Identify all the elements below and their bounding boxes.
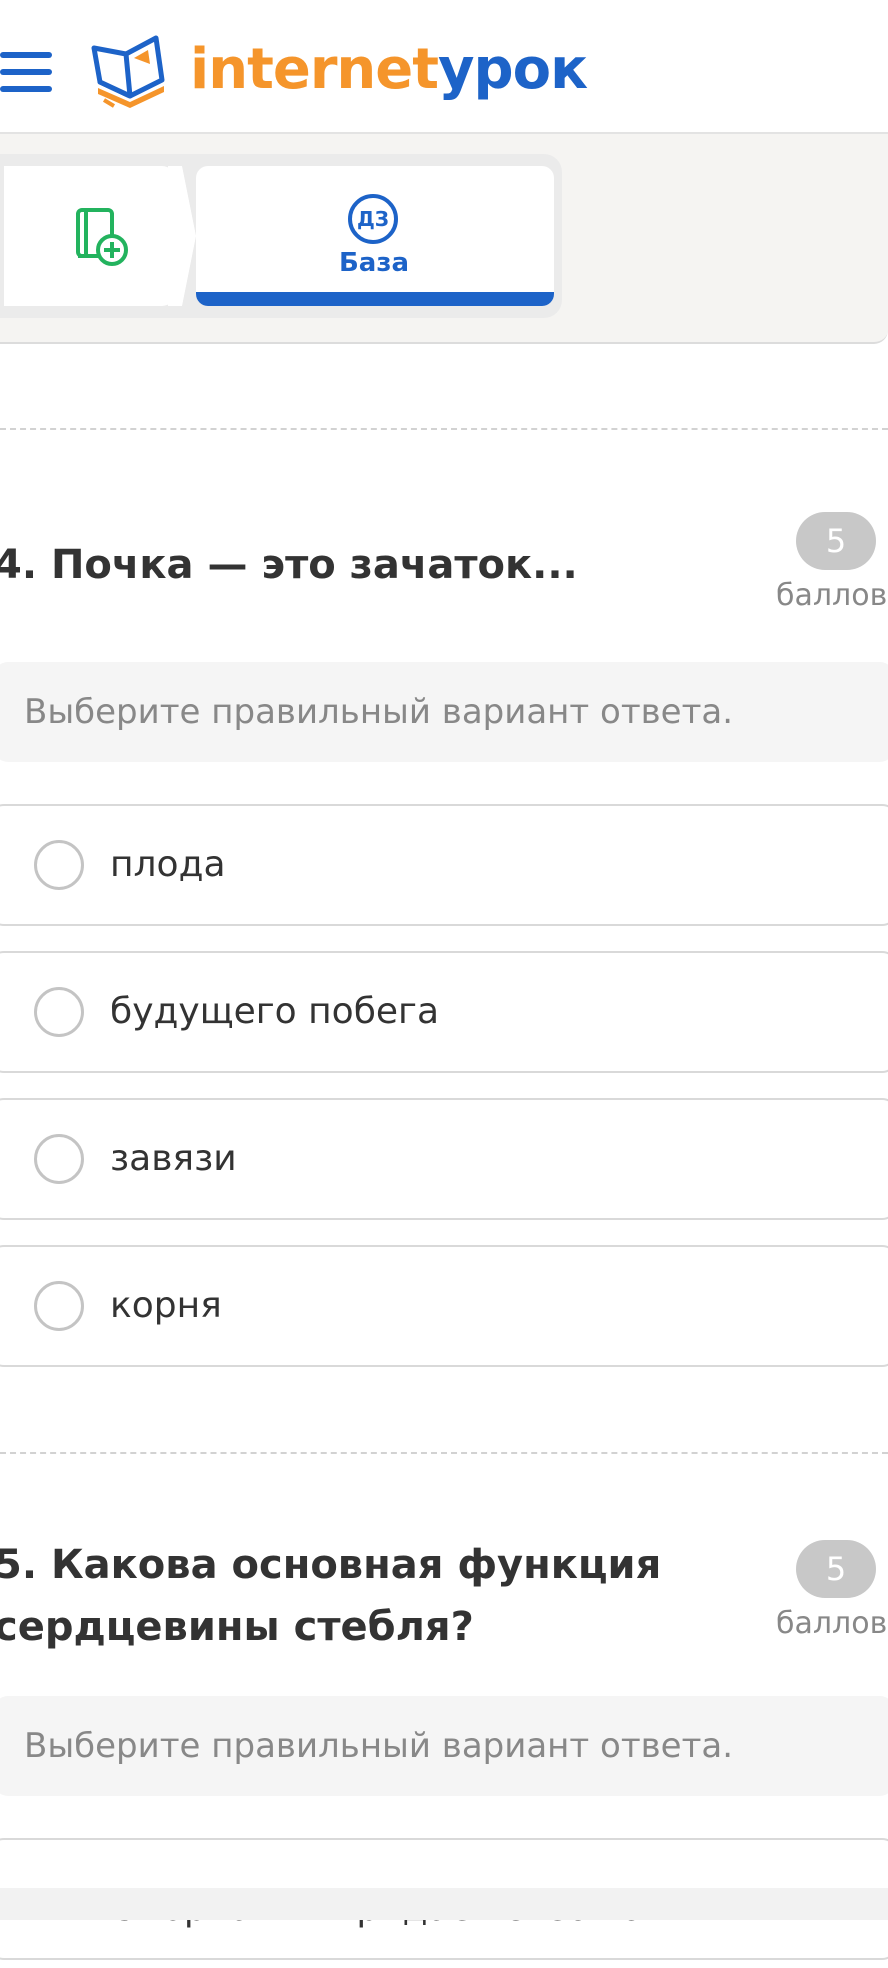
logo-text[interactable]: internetурок <box>190 32 588 108</box>
question-5-hint-box: Выберите правильный вариант ответа. <box>0 1696 888 1796</box>
book-plus-icon <box>76 208 128 266</box>
question-4-hint-box: Выберите правильный вариант ответа. <box>0 662 888 762</box>
radio-button[interactable] <box>34 840 84 890</box>
menu-icon[interactable] <box>0 52 54 92</box>
question-5-title-line2: сердцевины стебля? <box>0 1604 474 1650</box>
question-4-points-badge: 5 <box>796 512 876 570</box>
answer-option[interactable]: плода <box>0 804 888 926</box>
active-tab-indicator <box>196 292 554 306</box>
question-5-hint: Выберите правильный вариант ответа. <box>24 1726 734 1766</box>
radio-button[interactable] <box>34 987 84 1037</box>
question-5-title-line1: 5. Какова основная функция <box>0 1542 662 1588</box>
section-divider <box>0 428 888 430</box>
logo-part-urok: урок <box>438 37 588 102</box>
app-header: internetурок <box>0 0 888 134</box>
question-5-points-label: баллов <box>776 1606 888 1641</box>
answer-option-label: корня <box>110 1285 222 1326</box>
answer-option-label: завязи <box>110 1138 237 1179</box>
answer-option-label: будущего побега <box>110 991 440 1032</box>
homework-badge-icon: ДЗ <box>348 194 398 244</box>
answer-option[interactable]: будущего побега <box>0 951 888 1073</box>
tab-homework-label: База <box>338 248 409 278</box>
radio-button[interactable] <box>34 1281 84 1331</box>
radio-button[interactable] <box>34 1134 84 1184</box>
logo-part-internet: internet <box>190 37 439 102</box>
question-4-title: 4. Почка — это зачаток... <box>0 542 578 588</box>
question-4-hint: Выберите правильный вариант ответа. <box>24 692 734 732</box>
section-divider <box>0 1452 888 1454</box>
answer-option[interactable]: завязи <box>0 1098 888 1220</box>
answer-option[interactable]: корня <box>0 1245 888 1367</box>
logo-icon[interactable] <box>90 30 170 114</box>
answer-option-label: плода <box>110 844 226 885</box>
bottom-bar <box>0 1888 888 1920</box>
question-5-points-badge: 5 <box>796 1540 876 1598</box>
question-4-points-label: баллов <box>776 578 888 613</box>
